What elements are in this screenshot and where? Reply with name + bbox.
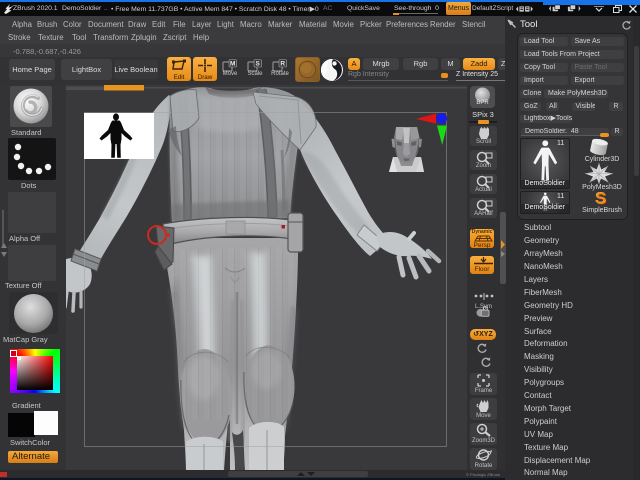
svg-text:BPR: BPR xyxy=(476,100,489,106)
svg-text:S: S xyxy=(256,61,261,68)
svg-text:M: M xyxy=(230,61,235,68)
svg-text:R: R xyxy=(280,61,285,68)
